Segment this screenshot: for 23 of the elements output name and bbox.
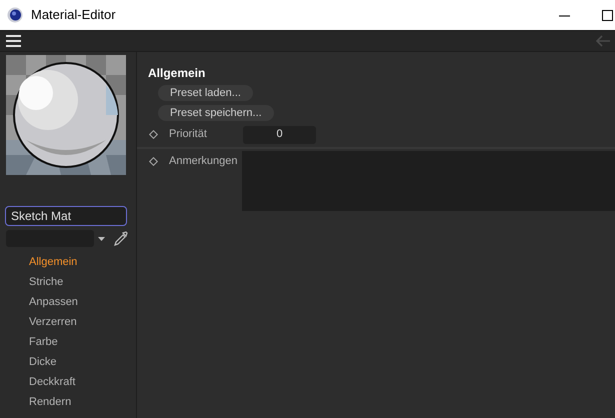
app-icon <box>7 7 23 23</box>
sidebar-item[interactable]: Verzerren <box>29 312 77 332</box>
sidebar-item[interactable]: Deckkraft <box>29 372 76 392</box>
maximize-icon[interactable] <box>602 10 613 20</box>
caret-icon[interactable] <box>98 236 105 240</box>
preset-button[interactable]: Preset speichern... <box>158 105 274 121</box>
sidebar-item[interactable]: Anpassen <box>29 292 78 312</box>
menu-icon[interactable] <box>6 35 21 47</box>
eyedropper-icon[interactable] <box>114 231 128 246</box>
sidebar-item[interactable]: Dicke <box>29 352 57 372</box>
window-title: Material-Editor <box>31 6 116 24</box>
sidebar-item[interactable]: Farbe <box>29 332 58 352</box>
field-label: Priorität <box>169 127 208 142</box>
number-field[interactable]: 0 <box>243 126 316 144</box>
field-label: Anmerkungen <box>169 154 238 169</box>
sidebar-item[interactable]: Rendern <box>29 392 72 412</box>
keyframe-diamond-icon[interactable] <box>149 156 158 166</box>
section-title: Allgemein <box>148 66 206 80</box>
sidebar-item[interactable]: Allgemein <box>29 252 78 272</box>
preset-button[interactable]: Preset laden... <box>158 85 253 101</box>
sidebar-item[interactable]: Striche <box>29 272 64 292</box>
name-field[interactable]: Sketch Mat <box>5 206 127 226</box>
keyframe-diamond-icon[interactable] <box>149 130 158 139</box>
